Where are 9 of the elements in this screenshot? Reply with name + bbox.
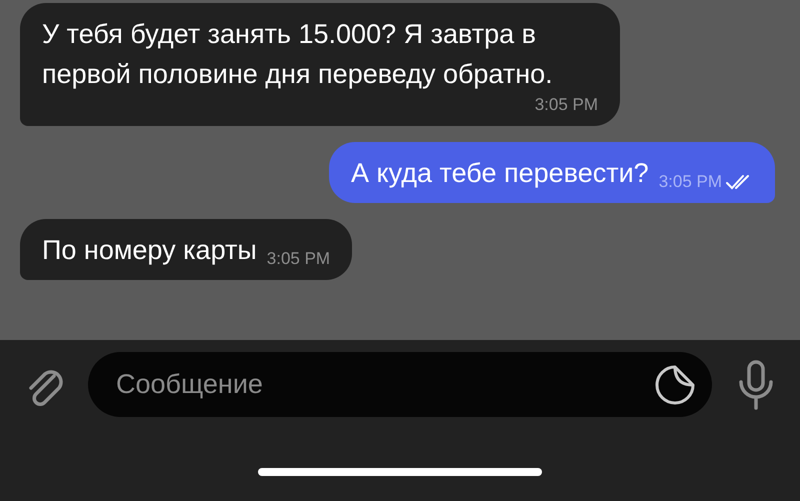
message-text: У тебя будет занять 15.000? Я завтра в первой половине дня переведу обратно. [42,18,554,91]
message-field[interactable]: Сообщение [88,352,712,417]
message-time: 3:05 PM [658,171,722,193]
message-time: 3:05 PM [266,248,330,270]
message-text: А куда тебе перевести? [351,157,649,190]
message-text: По номеру карты [42,234,257,267]
sticker-icon[interactable] [654,364,696,406]
message-time: 3:05 PM [534,94,598,116]
message-input[interactable]: Сообщение [114,368,654,401]
